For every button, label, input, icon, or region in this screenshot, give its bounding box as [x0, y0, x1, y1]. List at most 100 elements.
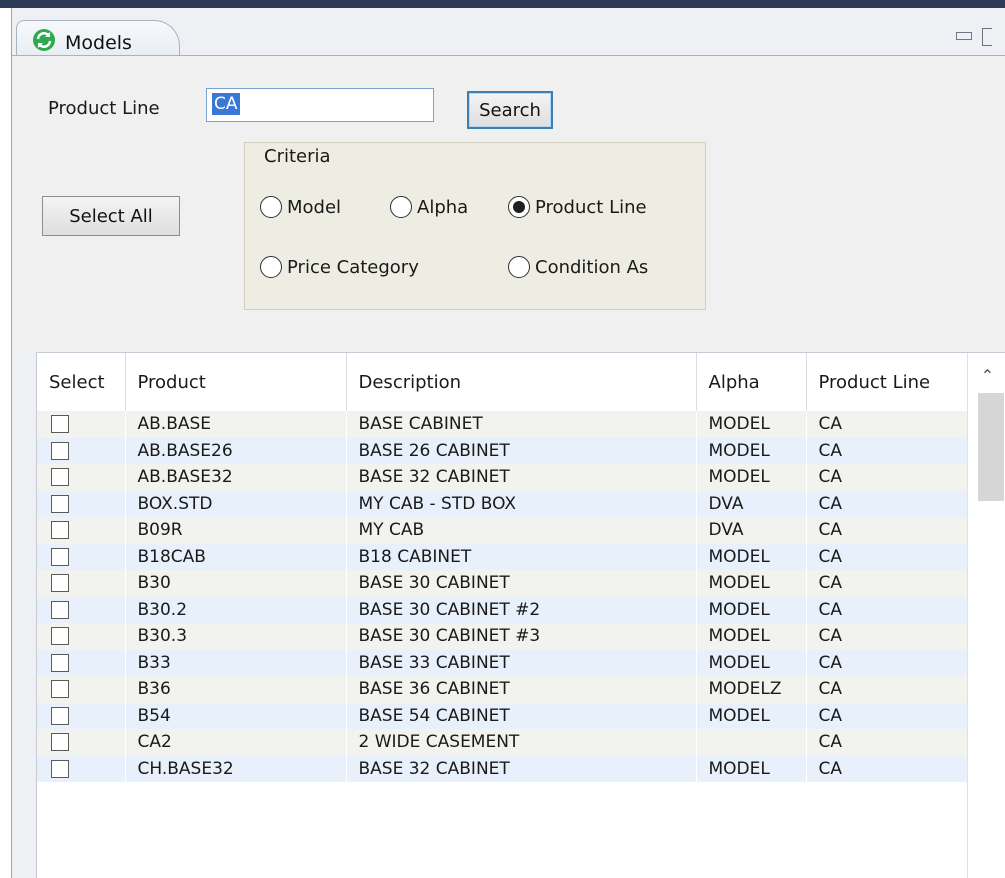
- select-cell: [37, 543, 126, 570]
- row-select-checkbox[interactable]: [51, 600, 69, 619]
- product-line-cell: CA: [806, 702, 968, 729]
- alpha-cell: MODEL: [696, 702, 807, 729]
- row-select-checkbox[interactable]: [51, 706, 69, 725]
- product-line-input-value[interactable]: CA: [212, 93, 240, 115]
- select-cell: [37, 411, 126, 438]
- radio-label: Condition As: [535, 256, 649, 278]
- product-cell: B30.3: [125, 623, 347, 650]
- product-line-cell: CA: [806, 649, 968, 676]
- description-cell: 2 WIDE CASEMENT: [346, 729, 697, 756]
- search-button[interactable]: Search: [467, 91, 553, 129]
- product-cell: B54: [125, 702, 347, 729]
- description-cell: BASE 30 CABINET #3: [346, 623, 697, 650]
- product-cell: B09R: [125, 517, 347, 544]
- row-select-checkbox[interactable]: [51, 627, 69, 646]
- product-line-cell: CA: [806, 755, 968, 782]
- row-select-checkbox[interactable]: [51, 441, 69, 460]
- models-table: Select Product Description Alpha Product…: [36, 352, 1005, 878]
- product-line-cell: CA: [806, 464, 968, 491]
- table-row[interactable]: AB.BASE BASE CABINET MODEL CA: [37, 411, 968, 438]
- table-row[interactable]: AB.BASE26 BASE 26 CABINET MODEL CA: [37, 437, 968, 464]
- select-cell: [37, 570, 126, 597]
- product-line-cell: CA: [806, 596, 968, 623]
- product-cell: B18CAB: [125, 543, 347, 570]
- scroll-thumb[interactable]: [978, 393, 1004, 501]
- product-cell: BOX.STD: [125, 490, 347, 517]
- alpha-cell: MODEL: [696, 464, 807, 491]
- alpha-cell: MODEL: [696, 543, 807, 570]
- table-row[interactable]: CA2 2 WIDE CASEMENT CA: [37, 729, 968, 756]
- table-body: AB.BASE BASE CABINET MODEL CA AB.BASE26 BASE …: [37, 411, 968, 782]
- table-row[interactable]: CH.BASE32 BASE 32 CABINET MODEL CA: [37, 755, 968, 782]
- radio-product-line[interactable]: Product Line: [508, 196, 647, 218]
- radio-circle[interactable]: [260, 196, 282, 218]
- table-row[interactable]: B33 BASE 33 CABINET MODEL CA: [37, 649, 968, 676]
- table-row[interactable]: BOX.STD MY CAB - STD BOX DVA CA: [37, 490, 968, 517]
- row-select-checkbox[interactable]: [51, 653, 69, 672]
- row-select-checkbox[interactable]: [51, 680, 69, 699]
- scroll-up-icon[interactable]: ⌃: [968, 361, 1005, 389]
- table-row[interactable]: B30.2 BASE 30 CABINET #2 MODEL CA: [37, 596, 968, 623]
- product-line-cell: CA: [806, 517, 968, 544]
- product-line-input[interactable]: [206, 88, 434, 122]
- description-cell: MY CAB - STD BOX: [346, 490, 697, 517]
- table-row[interactable]: B09R MY CAB DVA CA: [37, 517, 968, 544]
- select-cell: [37, 649, 126, 676]
- vertical-scrollbar[interactable]: ⌃: [967, 353, 1005, 878]
- description-cell: BASE 32 CABINET: [346, 755, 697, 782]
- row-select-checkbox[interactable]: [51, 468, 69, 487]
- table-row[interactable]: B36 BASE 36 CABINET MODELZ CA: [37, 676, 968, 703]
- search-form: Product Line CA Search Select All Criter…: [12, 56, 1005, 346]
- table-row[interactable]: B54 BASE 54 CABINET MODEL CA: [37, 702, 968, 729]
- column-header-description[interactable]: Description: [346, 353, 697, 411]
- radio-alpha[interactable]: Alpha: [390, 196, 468, 218]
- radio-price-category[interactable]: Price Category: [260, 256, 419, 278]
- left-frame-edge: [0, 8, 12, 878]
- radio-circle-selected[interactable]: [508, 196, 530, 218]
- column-header-product[interactable]: Product: [125, 353, 347, 411]
- alpha-cell: DVA: [696, 517, 807, 544]
- alpha-cell: MODEL: [696, 596, 807, 623]
- product-line-cell: CA: [806, 676, 968, 703]
- alpha-cell: MODEL: [696, 411, 807, 438]
- description-cell: B18 CABINET: [346, 543, 697, 570]
- select-cell: [37, 676, 126, 703]
- alpha-cell: MODEL: [696, 570, 807, 597]
- product-line-label: Product Line: [48, 98, 160, 119]
- product-cell: AB.BASE32: [125, 464, 347, 491]
- product-line-cell: CA: [806, 623, 968, 650]
- row-select-checkbox[interactable]: [51, 415, 69, 434]
- tab-title: Models: [65, 31, 132, 54]
- column-header-alpha[interactable]: Alpha: [696, 353, 807, 411]
- minimize-icon[interactable]: [956, 32, 972, 40]
- row-select-checkbox[interactable]: [51, 494, 69, 513]
- row-select-checkbox[interactable]: [51, 759, 69, 778]
- column-header-product-line[interactable]: Product Line: [806, 353, 968, 411]
- select-all-button[interactable]: Select All: [42, 196, 180, 236]
- top-frame-bar: [0, 0, 1005, 8]
- select-cell: [37, 490, 126, 517]
- row-select-checkbox[interactable]: [51, 574, 69, 593]
- radio-circle[interactable]: [390, 196, 412, 218]
- table-row[interactable]: B30 BASE 30 CABINET MODEL CA: [37, 570, 968, 597]
- row-select-checkbox[interactable]: [51, 547, 69, 566]
- table-row[interactable]: AB.BASE32 BASE 32 CABINET MODEL CA: [37, 464, 968, 491]
- radio-model[interactable]: Model: [260, 196, 341, 218]
- column-header-select[interactable]: Select: [37, 353, 126, 411]
- radio-condition-as[interactable]: Condition As: [508, 256, 648, 278]
- row-select-checkbox[interactable]: [51, 733, 69, 752]
- table-header-row: Select Product Description Alpha Product…: [37, 353, 968, 411]
- radio-label: Alpha: [417, 196, 469, 218]
- product-line-cell: CA: [806, 490, 968, 517]
- radio-label: Product Line: [535, 196, 647, 218]
- select-cell: [37, 702, 126, 729]
- product-line-cell: CA: [806, 570, 968, 597]
- maximize-icon[interactable]: [982, 28, 992, 46]
- product-cell: AB.BASE: [125, 411, 347, 438]
- table-row[interactable]: B18CAB B18 CABINET MODEL CA: [37, 543, 968, 570]
- product-line-cell: CA: [806, 411, 968, 438]
- table-row[interactable]: B30.3 BASE 30 CABINET #3 MODEL CA: [37, 623, 968, 650]
- radio-circle[interactable]: [260, 256, 282, 278]
- row-select-checkbox[interactable]: [51, 521, 69, 540]
- radio-circle[interactable]: [508, 256, 530, 278]
